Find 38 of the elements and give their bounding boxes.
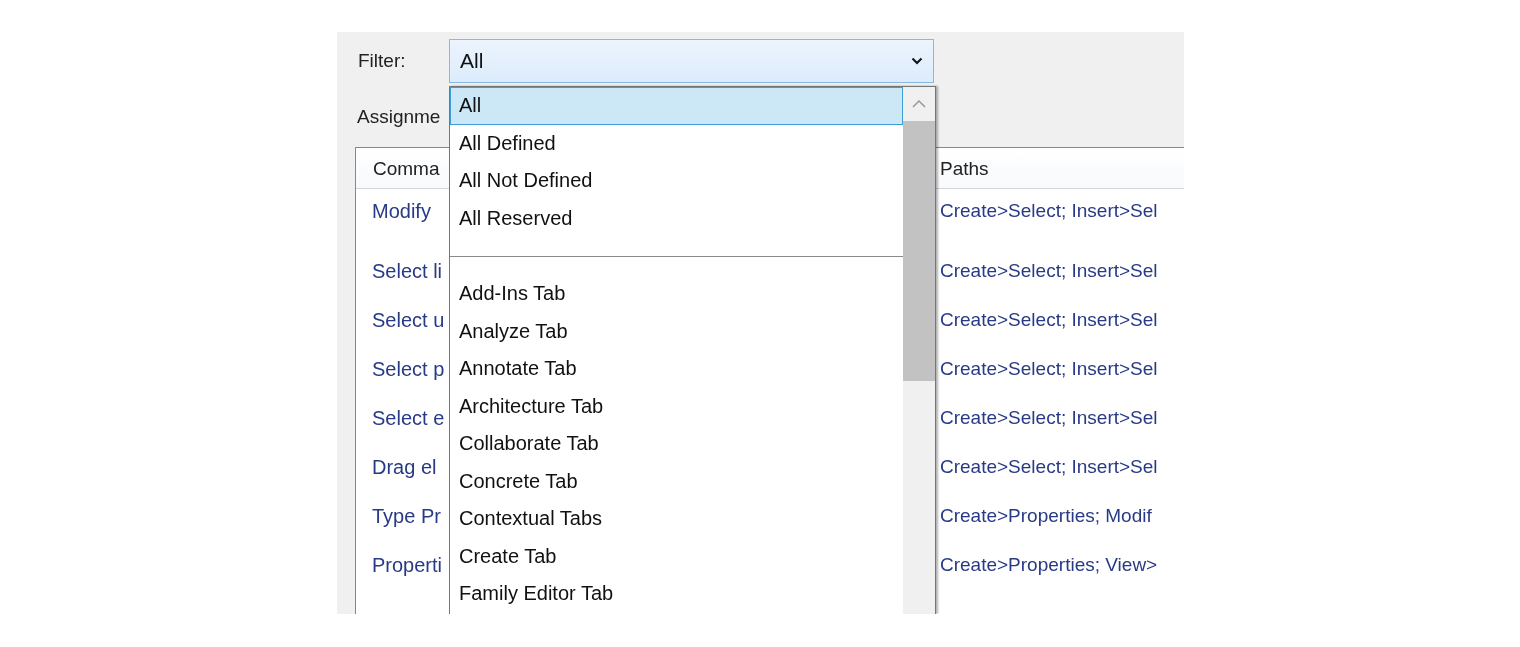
table-cell: Create>Select; Insert>Sel [940,200,1158,222]
table-cell: Create>Properties; View> [940,554,1158,576]
table-cell: Select li [372,260,443,283]
filter-label: Filter: [358,50,407,72]
column-header[interactable]: Paths [940,158,989,180]
dropdown-option[interactable]: Add-Ins Tab [450,275,903,313]
dropdown-option[interactable]: Concrete Tab [450,462,903,500]
dropdown-option[interactable]: Family Editor Tab [450,575,903,613]
dropdown-option[interactable]: All Not Defined [450,162,903,200]
table-cell: Create>Select; Insert>Sel [940,358,1158,380]
table-cell: Modify [372,200,431,223]
table-cell: Create>Properties; Modif [940,505,1152,527]
scroll-thumb[interactable] [903,121,935,381]
column-header[interactable]: Comma [373,158,440,180]
assignments-label: Assignme [357,106,442,129]
table-cell: Create>Select; Insert>Sel [940,456,1158,478]
dropdown-option[interactable]: Architecture Tab [450,387,903,425]
dropdown-option[interactable]: Contextual Tabs [450,500,903,538]
dropdown-option[interactable]: All Defined [450,124,903,162]
table-cell: Properti [372,554,443,577]
dropdown-option[interactable]: Create Tab [450,537,903,575]
table-cell: Select e [372,407,445,430]
scrollbar[interactable] [903,87,935,614]
chevron-down-icon [911,57,923,65]
table-cell: Drag el [372,456,437,479]
table-cell: Select u [372,309,445,332]
filter-combo[interactable]: All [449,39,934,83]
table-cell: Create>Select; Insert>Sel [940,309,1158,331]
scroll-up-icon[interactable] [912,100,926,108]
table-cell: Create>Select; Insert>Sel [940,407,1158,429]
dropdown-option[interactable]: All [450,87,903,125]
dropdown-option[interactable]: All Reserved [450,199,903,237]
dropdown-option[interactable]: Collaborate Tab [450,425,903,463]
dropdown-option[interactable]: Analyze Tab [450,312,903,350]
table-cell: Select p [372,358,445,381]
table-cell: Create>Select; Insert>Sel [940,260,1158,282]
table-cell: Type Pr [372,505,441,528]
dropdown-option[interactable]: Annotate Tab [450,350,903,388]
